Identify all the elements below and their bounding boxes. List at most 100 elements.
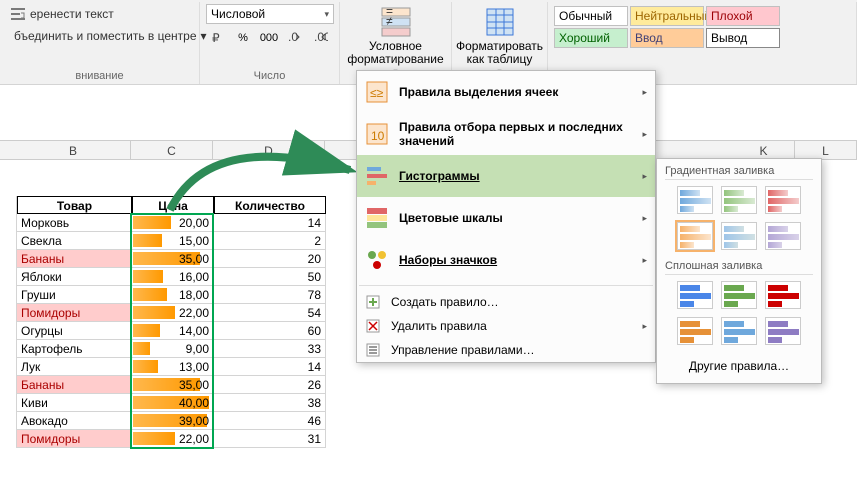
cell-product[interactable]: Авокадо xyxy=(17,412,132,430)
cell-price[interactable]: 15,00 xyxy=(132,232,214,250)
chevron-right-icon: ▸ xyxy=(642,213,647,224)
number-format-value: Числовой xyxy=(211,7,265,21)
cell-product[interactable]: Морковь xyxy=(17,214,132,232)
cell-price[interactable]: 39,00 xyxy=(132,412,214,430)
chevron-right-icon: ▸ xyxy=(642,87,647,98)
svg-text:₽: ₽ xyxy=(212,31,220,45)
col-header-l[interactable]: L xyxy=(795,141,857,159)
cell-price[interactable]: 16,00 xyxy=(132,268,214,286)
solid-green[interactable] xyxy=(721,281,757,309)
cell-qty[interactable]: 33 xyxy=(214,340,326,358)
table-row: Киви40,0038 xyxy=(17,394,326,412)
cell-qty[interactable]: 14 xyxy=(214,214,326,232)
menu-manage-rules[interactable]: Управление правилами… xyxy=(357,338,655,362)
cell-product[interactable]: Яблоки xyxy=(17,268,132,286)
cell-product[interactable]: Помидоры xyxy=(17,304,132,322)
chevron-right-icon: ▸ xyxy=(642,171,647,182)
cell-price[interactable]: 13,00 xyxy=(132,358,214,376)
cell-qty[interactable]: 26 xyxy=(214,376,326,394)
cell-product[interactable]: Помидоры xyxy=(17,430,132,448)
cell-price[interactable]: 22,00 xyxy=(132,430,214,448)
menu-data-bars[interactable]: Гистограммы ▸ xyxy=(357,155,655,197)
cell-product[interactable]: Бананы xyxy=(17,376,132,394)
header-price[interactable]: Цена xyxy=(132,196,214,214)
table-row: Огурцы14,0060 xyxy=(17,322,326,340)
cell-qty[interactable]: 46 xyxy=(214,412,326,430)
menu-color-scales[interactable]: Цветовые шкалы ▸ xyxy=(357,197,655,239)
menu-clear-rules[interactable]: Удалить правила ▸ xyxy=(357,314,655,338)
gradient-purple[interactable] xyxy=(765,222,801,250)
style-bad[interactable]: Плохой xyxy=(706,6,780,26)
cell-product[interactable]: Киви xyxy=(17,394,132,412)
solid-fill-title: Сплошная заливка xyxy=(665,260,813,275)
percent-button[interactable]: % xyxy=(232,28,254,48)
conditional-formatting-button[interactable]: =≠ Условное форматирование ▾ xyxy=(346,4,445,79)
cell-qty[interactable]: 14 xyxy=(214,358,326,376)
color-scales-icon xyxy=(365,206,389,230)
svg-text:≠: ≠ xyxy=(386,14,393,28)
number-format-combo[interactable]: Числовой ▾ xyxy=(206,4,334,24)
style-good[interactable]: Хороший xyxy=(554,28,628,48)
cell-qty[interactable]: 31 xyxy=(214,430,326,448)
solid-purple[interactable] xyxy=(765,317,801,345)
col-header-b[interactable]: B xyxy=(16,141,131,159)
style-input[interactable]: Ввод xyxy=(630,28,704,48)
cell-product[interactable]: Свекла xyxy=(17,232,132,250)
menu-highlight-cells[interactable]: ≤≥ Правила выделения ячеек ▸ xyxy=(357,71,655,113)
col-header-c[interactable]: C xyxy=(131,141,213,159)
cell-product[interactable]: Огурцы xyxy=(17,322,132,340)
cell-price[interactable]: 18,00 xyxy=(132,286,214,304)
solid-lightblue[interactable] xyxy=(721,317,757,345)
cell-qty[interactable]: 60 xyxy=(214,322,326,340)
table-row: Бананы35,0020 xyxy=(17,250,326,268)
menu-top-bottom[interactable]: 10 Правила отбора первых и последних зна… xyxy=(357,113,655,155)
solid-blue[interactable] xyxy=(677,281,713,309)
cell-price[interactable]: 14,00 xyxy=(132,322,214,340)
cell-price[interactable]: 9,00 xyxy=(132,340,214,358)
cell-qty[interactable]: 78 xyxy=(214,286,326,304)
cell-styles-gallery[interactable]: Обычный Нейтральный Плохой Хороший Ввод … xyxy=(554,6,850,48)
header-product[interactable]: Товар xyxy=(17,196,132,214)
cell-product[interactable]: Бананы xyxy=(17,250,132,268)
gradient-orange[interactable] xyxy=(677,222,713,250)
cell-qty[interactable]: 50 xyxy=(214,268,326,286)
solid-red[interactable] xyxy=(765,281,801,309)
cell-product[interactable]: Картофель xyxy=(17,340,132,358)
cell-price[interactable]: 35,00 xyxy=(132,376,214,394)
style-normal[interactable]: Обычный xyxy=(554,6,628,26)
cell-qty[interactable]: 54 xyxy=(214,304,326,322)
col-header-d[interactable]: D xyxy=(213,141,325,159)
style-neutral[interactable]: Нейтральный xyxy=(630,6,704,26)
thousands-button[interactable]: 000 xyxy=(258,28,280,48)
cell-price[interactable]: 40,00 xyxy=(132,394,214,412)
currency-icon: ₽ xyxy=(210,31,224,45)
menu-new-rule[interactable]: Создать правило… xyxy=(357,290,655,314)
clear-rules-icon xyxy=(365,318,381,334)
cell-price[interactable]: 22,00 xyxy=(132,304,214,322)
decrease-decimal-button[interactable]: .00 xyxy=(310,28,332,48)
cell-product[interactable]: Груши xyxy=(17,286,132,304)
increase-decimal-button[interactable]: .0 xyxy=(284,28,306,48)
header-qty[interactable]: Количество xyxy=(214,196,326,214)
solid-orange[interactable] xyxy=(677,317,713,345)
gradient-blue[interactable] xyxy=(677,186,713,214)
cell-qty[interactable]: 38 xyxy=(214,394,326,412)
currency-button[interactable]: ₽ xyxy=(206,28,228,48)
cell-price[interactable]: 20,00 xyxy=(132,214,214,232)
cell-qty[interactable]: 20 xyxy=(214,250,326,268)
merge-center-button[interactable]: бъединить и поместить в центре ▾ xyxy=(6,26,193,46)
gradient-lightblue[interactable] xyxy=(721,222,757,250)
gradient-green[interactable] xyxy=(721,186,757,214)
style-output[interactable]: Вывод xyxy=(706,28,780,48)
cell-product[interactable]: Лук xyxy=(17,358,132,376)
chevron-right-icon: ▸ xyxy=(642,255,647,266)
col-header-k[interactable]: K xyxy=(733,141,795,159)
cell-qty[interactable]: 2 xyxy=(214,232,326,250)
gradient-red[interactable] xyxy=(765,186,801,214)
table-row: Лук13,0014 xyxy=(17,358,326,376)
format-as-table-button[interactable]: Форматировать как таблицу ▾ xyxy=(458,4,541,79)
menu-icon-sets[interactable]: Наборы значков ▸ xyxy=(357,239,655,281)
wrap-text-button[interactable]: еренести текст xyxy=(6,4,193,24)
more-rules-link[interactable]: Другие правила… xyxy=(665,355,813,377)
cell-price[interactable]: 35,00 xyxy=(132,250,214,268)
